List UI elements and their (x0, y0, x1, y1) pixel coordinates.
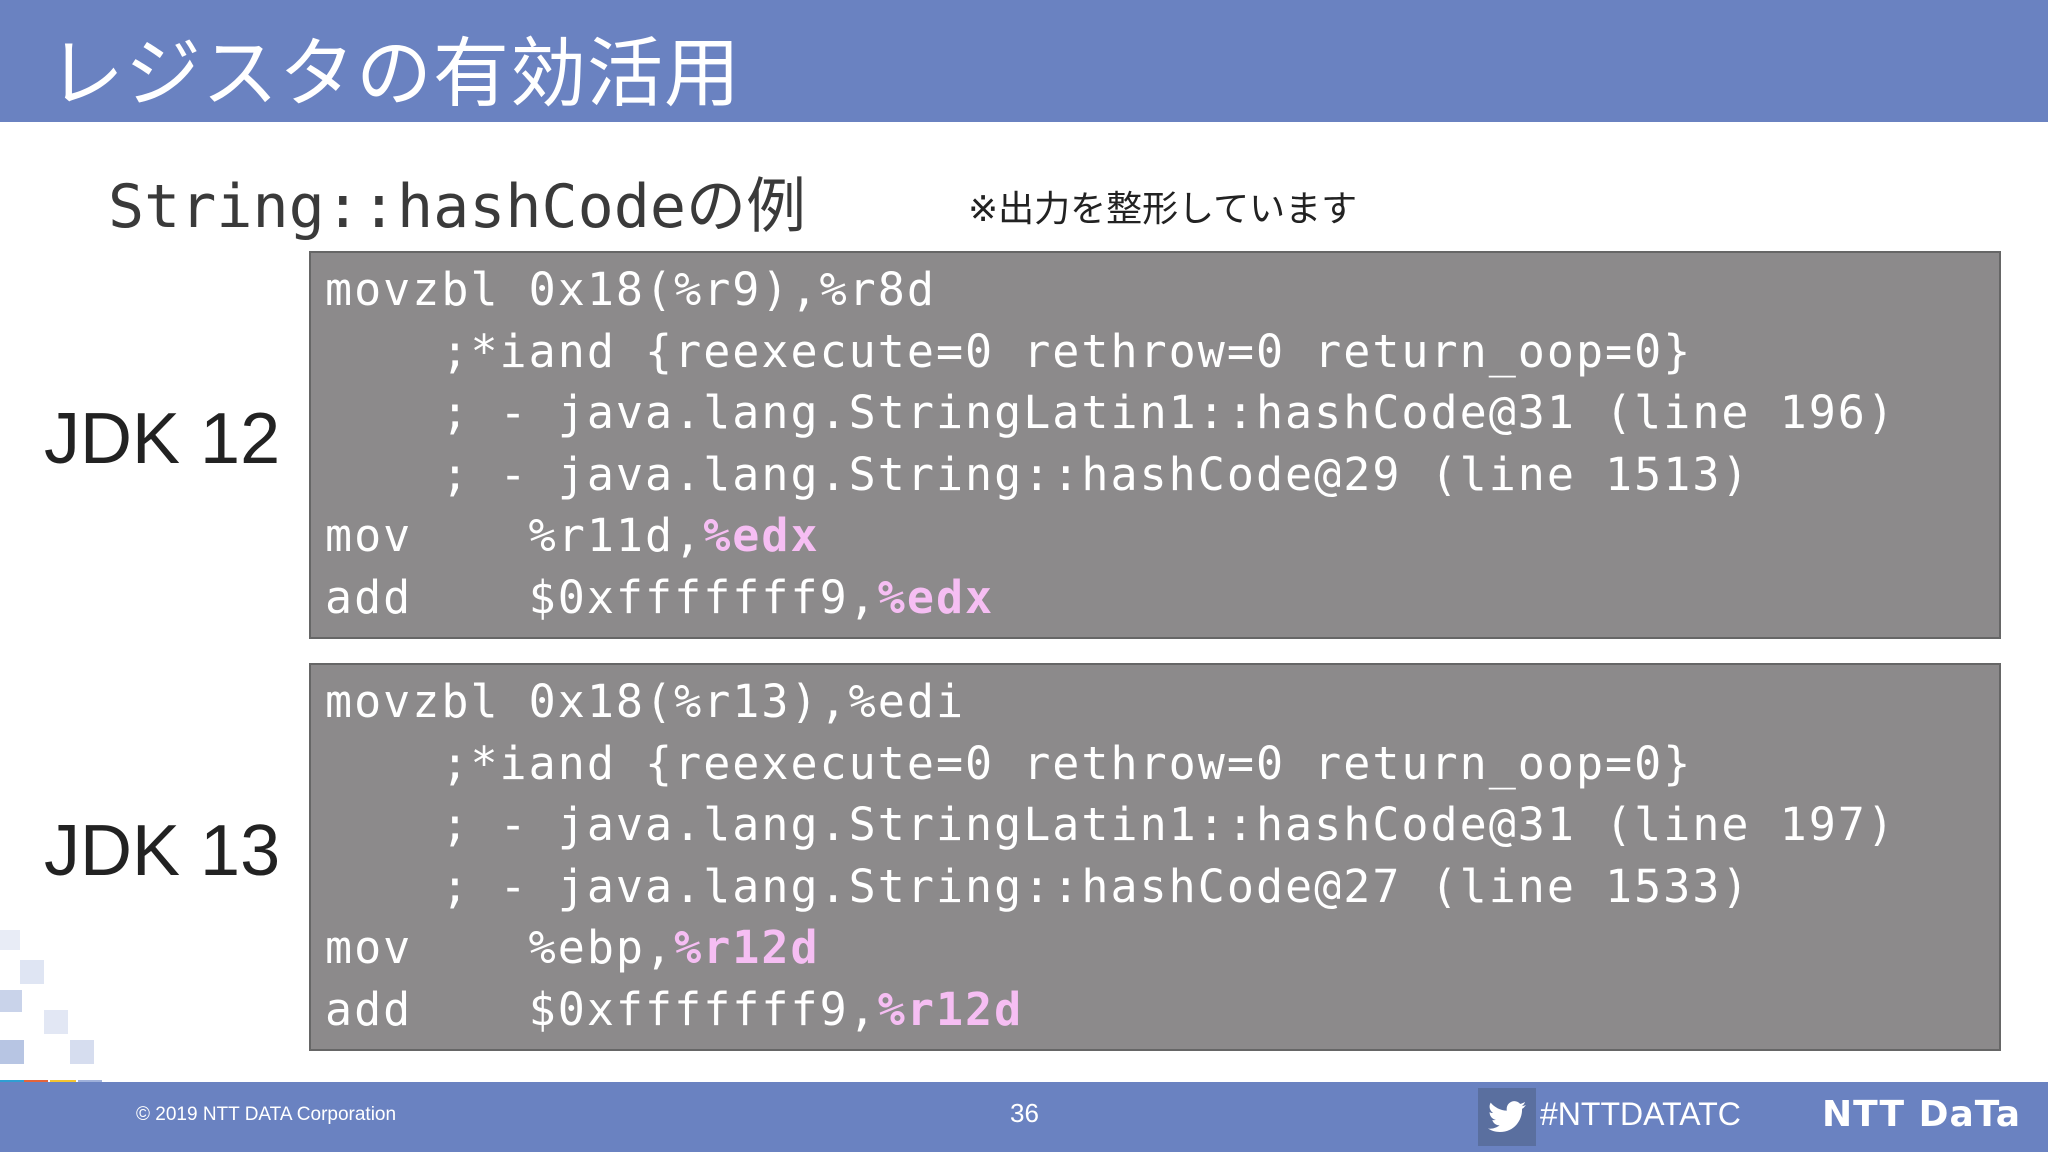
event-hashtag: #NTTDATATC (1540, 1096, 1741, 1132)
code-line: movzbl 0x18(%r9),%r8d (325, 259, 936, 321)
code-line: mov %r11d,%edx (325, 505, 820, 567)
code-line: movzbl 0x18(%r13),%edi (325, 671, 965, 733)
highlighted-register: %r12d (877, 982, 1024, 1036)
code-text: ;*iand {reexecute=0 rethrow=0 return_oop… (325, 324, 1693, 378)
code-line: ; - java.lang.StringLatin1::hashCode@31 … (325, 382, 1896, 444)
code-line: ;*iand {reexecute=0 rethrow=0 return_oop… (325, 733, 1692, 795)
jdk12-label: JDK 12 (44, 399, 281, 479)
code-line: mov %ebp,%r12d (325, 917, 820, 979)
jdk13-label: JDK 13 (44, 811, 281, 891)
highlighted-register: %r12d (674, 921, 820, 974)
code-text: ; - java.lang.String::hashCode@29 (line … (325, 447, 1751, 501)
code-text: movzbl 0x18(%r13),%edi (325, 675, 966, 728)
code-text: mov %ebp, (325, 921, 675, 974)
code-text: ;*iand {reexecute=0 rethrow=0 return_oop… (325, 736, 1693, 790)
code-text: mov %r11d, (325, 509, 704, 562)
code-line: add $0xfffffff9,%r12d (325, 979, 1023, 1041)
slide-subtitle: String::hashCodeの例 (108, 172, 806, 242)
jdk13-code-block: movzbl 0x18(%r13),%edi ;*iand {reexecute… (309, 663, 2001, 1051)
code-line: ;*iand {reexecute=0 rethrow=0 return_oop… (325, 321, 1692, 383)
code-line: ; - java.lang.String::hashCode@27 (line … (325, 856, 1751, 918)
code-text: add $0xfffffff9, (325, 570, 878, 624)
code-text: movzbl 0x18(%r9),%r8d (325, 263, 936, 316)
copyright-text: © 2019 NTT DATA Corporation (136, 1104, 397, 1125)
highlighted-register: %edx (703, 509, 820, 562)
format-note: ※出力を整形しています (968, 189, 1358, 230)
slide-header: レジスタの有効活用 (0, 0, 2048, 122)
twitter-bird-icon (1478, 1088, 1536, 1146)
code-line: ; - java.lang.StringLatin1::hashCode@31 … (325, 794, 1896, 856)
slide-title: レジスタの有効活用 (48, 29, 741, 118)
slide-footer: © 2019 NTT DATA Corporation 36 #NTTDATAT… (0, 1082, 2048, 1152)
highlighted-register: %edx (877, 570, 995, 624)
page-number: 36 (1010, 1098, 1039, 1128)
code-line: ; - java.lang.String::hashCode@29 (line … (325, 444, 1751, 506)
company-logo: NTT DaTa (1822, 1094, 2021, 1135)
code-text: add $0xfffffff9, (325, 982, 878, 1036)
code-text: ; - java.lang.StringLatin1::hashCode@31 … (325, 386, 1896, 439)
code-text: ; - java.lang.StringLatin1::hashCode@31 … (325, 798, 1896, 851)
code-line: add $0xfffffff9,%edx (325, 567, 994, 629)
jdk12-code-block: movzbl 0x18(%r9),%r8d ;*iand {reexecute=… (309, 251, 2001, 639)
code-text: ; - java.lang.String::hashCode@27 (line … (325, 859, 1751, 913)
